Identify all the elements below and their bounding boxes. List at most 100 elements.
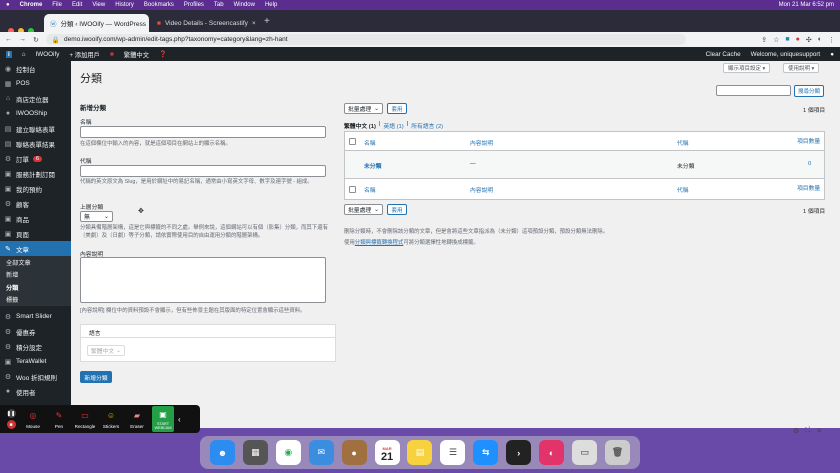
clear-cache-link[interactable]: Clear Cache: [706, 51, 741, 58]
mouse-tool[interactable]: ◎ Mouse: [22, 410, 44, 429]
more-menu-icon[interactable]: ⋮: [828, 36, 835, 44]
pause-icon[interactable]: ❚❚: [6, 409, 16, 418]
menu-help[interactable]: Help: [265, 2, 277, 8]
new-content-link[interactable]: + 添加用戶: [69, 50, 100, 59]
screen-options-button[interactable]: 顯示項目設定 ▾: [723, 63, 771, 73]
column-count[interactable]: 項目數量: [797, 136, 820, 145]
calendar-icon[interactable]: MAR 21: [374, 440, 400, 465]
contacts-icon[interactable]: ●: [341, 440, 367, 465]
close-tab-icon[interactable]: ×: [252, 20, 256, 27]
parent-select[interactable]: 無 ⌄: [80, 211, 113, 222]
column-name-bottom[interactable]: 名稱: [364, 185, 376, 194]
menu-view[interactable]: View: [92, 2, 105, 8]
stickers-tool[interactable]: ☺ Stickers: [100, 410, 122, 429]
language-select[interactable]: 繁體中文 ⌄: [87, 345, 125, 356]
apply-button-bottom[interactable]: 套用: [387, 204, 407, 215]
screenshot-icon[interactable]: ▭: [572, 440, 598, 465]
collapse-toolbar-icon[interactable]: ‹: [178, 415, 181, 424]
menu-history[interactable]: History: [115, 2, 134, 8]
converter-link[interactable]: 分類與標籤轉換程式: [355, 240, 404, 246]
submenu-item[interactable]: 全部文章: [0, 256, 71, 269]
submenu-item[interactable]: 分類: [0, 281, 71, 294]
reload-icon[interactable]: ↻: [33, 36, 39, 44]
menu-tab[interactable]: Tab: [214, 2, 224, 8]
sidebar-item-pos[interactable]: ▦ POS: [0, 76, 71, 91]
column-name[interactable]: 名稱: [364, 138, 376, 147]
sidebar-item-orders[interactable]: ⚙ 訂單 6: [0, 151, 71, 166]
column-slug[interactable]: 代稱: [677, 138, 689, 147]
add-category-button[interactable]: 新增分類: [80, 371, 112, 383]
sidebar-item-form[interactable]: ▤ 建立聯絡表單: [0, 121, 71, 136]
sidebar-item-points[interactable]: ⚙ 積分設定: [0, 339, 71, 354]
column-count-bottom[interactable]: 項目數量: [797, 183, 820, 192]
name-input[interactable]: [80, 126, 326, 138]
share-icon[interactable]: ⇪: [761, 36, 767, 44]
submenu-item[interactable]: 標籤: [0, 293, 71, 306]
bulk-actions-select-top[interactable]: 批量處理 ⌄: [344, 103, 383, 114]
new-tab-button[interactable]: +: [258, 16, 276, 27]
eraser-tool[interactable]: ▰ Eraser: [126, 410, 148, 429]
apple-icon[interactable]: ●: [6, 2, 10, 8]
puzzle-extensions-icon[interactable]: ✣: [806, 36, 812, 44]
user-avatar-icon[interactable]: ●: [830, 51, 834, 58]
tab-wordpress[interactable]: ⓦ 分類 ‹ IWOOify — WordPress ×: [44, 14, 149, 32]
sidebar-item-posts[interactable]: ✎ 文章: [0, 241, 71, 256]
bookmark-star-icon[interactable]: ☆: [773, 36, 779, 44]
sidebar-item-results[interactable]: ▤ 聯絡表單結果: [0, 136, 71, 151]
teamviewer-icon[interactable]: ⇆: [473, 440, 499, 465]
sidebar-item-coupon[interactable]: ⚙ 優惠券: [0, 324, 71, 339]
column-slug-bottom[interactable]: 代稱: [677, 185, 689, 194]
filter-current-language[interactable]: 繁體中文 (1): [344, 121, 376, 130]
menu-edit[interactable]: Edit: [72, 2, 82, 8]
language-switcher[interactable]: 繁體中文: [124, 50, 149, 59]
description-textarea[interactable]: [80, 257, 326, 303]
clock[interactable]: Mon 21 Mar 6:52 pm: [779, 2, 834, 8]
finder-icon[interactable]: ☻: [209, 440, 235, 465]
extension-icon[interactable]: ■: [785, 36, 789, 44]
record-extension-icon[interactable]: ●: [796, 36, 800, 44]
creative-cloud-icon[interactable]: ◐: [539, 440, 565, 465]
profile-icon[interactable]: ◐: [818, 36, 822, 44]
sidebar-item-booking[interactable]: ▣ 服務計劃訂閱: [0, 166, 71, 181]
filter-english[interactable]: 英語 (1): [383, 121, 403, 130]
tab-screencastify[interactable]: ■ Video Details - Screencastify ×: [151, 14, 256, 32]
help-button[interactable]: 使用說明 ▾: [783, 63, 820, 73]
forward-icon[interactable]: →: [19, 36, 26, 43]
terminal-icon[interactable]: ›: [506, 440, 532, 465]
sidebar-item-products[interactable]: ▣ 商品: [0, 211, 71, 226]
submenu-item[interactable]: 新增: [0, 268, 71, 281]
apply-button-top[interactable]: 套用: [387, 103, 407, 114]
search-categories-button[interactable]: 搜尋分類: [794, 85, 824, 97]
wordpress-logo-icon[interactable]: i: [6, 50, 12, 58]
menu-window[interactable]: Window: [234, 2, 255, 8]
sidebar-item-wallet[interactable]: ▣ TeraWallet: [0, 354, 71, 369]
account-menu[interactable]: Welcome, uniquesupport: [751, 51, 821, 58]
bulk-actions-select-bottom[interactable]: 批量處理 ⌄: [344, 204, 383, 215]
chrome-icon[interactable]: ◉: [275, 440, 301, 465]
notes-icon[interactable]: ▤: [407, 440, 433, 465]
sidebar-item-iwooship[interactable]: ● IWOOShip: [0, 106, 71, 121]
select-all-checkbox-bottom[interactable]: [349, 186, 356, 193]
url-bar[interactable]: 🔒 demo.iwooify.com/wp-admin/edit-tags.ph…: [45, 34, 686, 45]
stop-record-icon[interactable]: ■: [6, 420, 16, 429]
sidebar-item-customers[interactable]: ⚙ 顧客: [0, 196, 71, 211]
fullscreen-icon[interactable]: ⛶: [805, 427, 810, 435]
pen-tool[interactable]: ✎ Pen: [48, 410, 70, 429]
rectangle-tool[interactable]: ▭ Rectangle: [74, 410, 96, 429]
sidebar-item-users[interactable]: ● 使用者: [0, 384, 71, 399]
table-row[interactable]: 未分類 — 未分類 0: [345, 151, 824, 179]
help-circle-icon[interactable]: ❓: [159, 50, 167, 58]
sidebar-item-slider[interactable]: ⚙ Smart Slider: [0, 309, 71, 324]
back-icon[interactable]: ←: [5, 36, 12, 43]
reminders-icon[interactable]: ☰: [440, 440, 466, 465]
column-description[interactable]: 內容說明: [470, 138, 493, 147]
column-description-bottom[interactable]: 內容說明: [470, 185, 493, 194]
select-all-checkbox[interactable]: [349, 138, 356, 145]
search-input[interactable]: [716, 85, 791, 96]
slug-input[interactable]: [80, 165, 326, 177]
category-name-link[interactable]: 未分類: [364, 161, 381, 170]
sidebar-item-pages[interactable]: ▣ 頁面: [0, 226, 71, 241]
close-icon[interactable]: ✕: [816, 427, 822, 435]
site-name-link[interactable]: IWOOify: [36, 51, 60, 58]
menu-file[interactable]: File: [52, 2, 62, 8]
